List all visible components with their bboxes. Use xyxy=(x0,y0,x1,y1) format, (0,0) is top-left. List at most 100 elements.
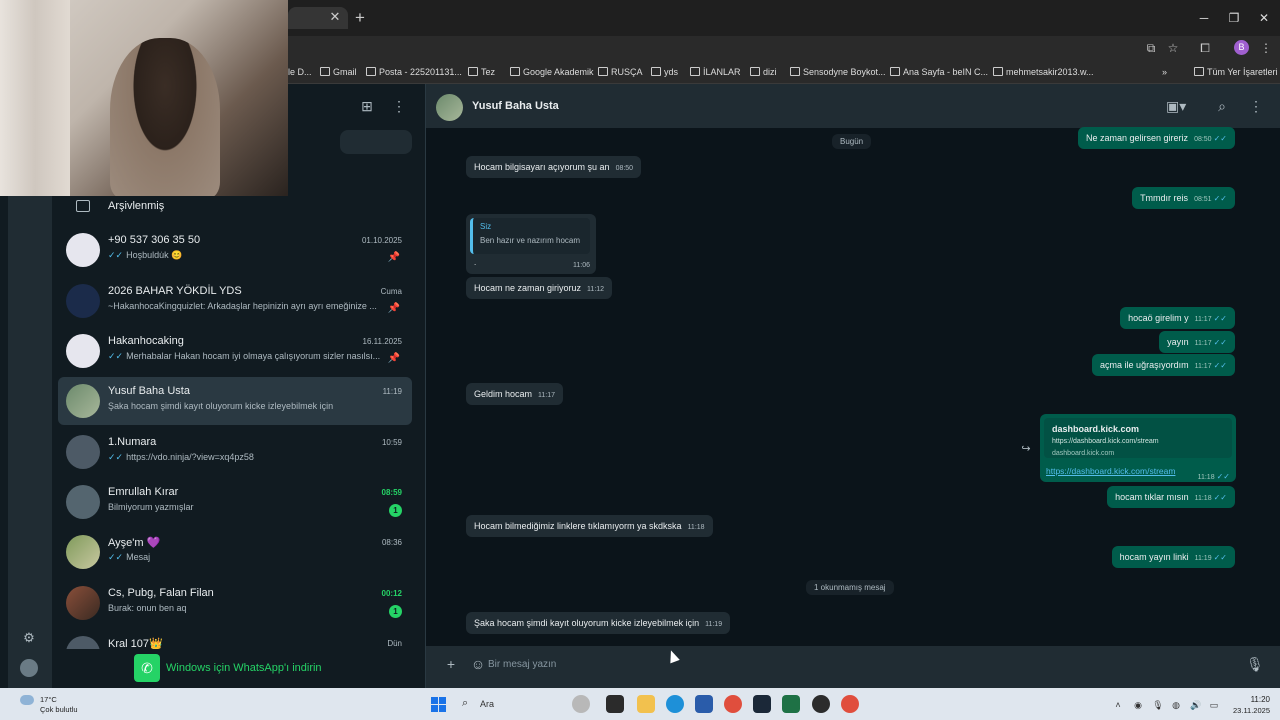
bookmark-item[interactable]: RUSÇA xyxy=(598,66,643,78)
menu-icon[interactable]: ⋮ xyxy=(1248,98,1264,114)
bookmarks-overflow[interactable]: » xyxy=(1162,66,1167,78)
link-time: 11:18 ✓✓ xyxy=(1197,472,1230,481)
steam-icon[interactable] xyxy=(753,695,771,713)
chat-item[interactable]: +90 537 306 35 50 ✓✓ Hoşbuldu̇k 😊 01.10.2… xyxy=(58,226,412,274)
excel-icon[interactable] xyxy=(782,695,800,713)
bookmark-item[interactable]: le D... xyxy=(288,66,312,78)
search-icon[interactable]: ⌕ xyxy=(1214,98,1230,114)
double-check-icon: ✓✓ xyxy=(108,351,124,361)
chat-item[interactable]: 1.Numara ✓✓ https://vdo.ninja/?view=xq4pz… xyxy=(58,428,412,476)
message-outgoing[interactable]: Tmmdır reis 08:51 ✓✓ xyxy=(1132,187,1235,209)
app-icon[interactable] xyxy=(812,695,830,713)
video-call-icon[interactable]: ▣▾ xyxy=(1166,98,1186,114)
quoted-message[interactable]: Siz Ben hazır ve nazırım hocam . 11:06 xyxy=(466,214,596,274)
settings-icon[interactable]: ⚙ xyxy=(20,629,38,647)
read-check-icon: ✓✓ xyxy=(1216,472,1230,481)
message-incoming[interactable]: Şaka hocam şimdi kayıt oluyorum kicke iz… xyxy=(466,612,731,634)
message-outgoing[interactable]: hocam yayın linki 11:19 ✓✓ xyxy=(1111,546,1235,568)
menu-icon[interactable]: ⋮ xyxy=(391,98,407,114)
whatsapp-icon: ✆ xyxy=(134,654,160,682)
chrome-icon[interactable] xyxy=(841,695,859,713)
chat-item[interactable]: Kral 107👑 Dün xyxy=(58,629,412,649)
search-highlight-icon[interactable] xyxy=(572,695,590,713)
message-incoming[interactable]: Hocam bilmediğimiz linklere tıklamıyorm … xyxy=(466,515,713,537)
new-chat-icon[interactable]: ⊞ xyxy=(359,98,375,114)
chat-item[interactable]: Emrullah Kırar Bilmiyorum yazmışlar 08:5… xyxy=(58,478,412,526)
battery-icon[interactable]: ▭ xyxy=(1208,699,1220,711)
install-app-icon[interactable]: ⧉ xyxy=(1144,41,1158,55)
chat-name: Hakanhocaking xyxy=(108,335,184,347)
chrome-icon[interactable] xyxy=(724,695,742,713)
contact-name[interactable]: Yusuf Baha Usta xyxy=(472,100,559,112)
search-icon[interactable]: ⌕ xyxy=(462,697,468,710)
search-input[interactable] xyxy=(340,130,412,154)
message-outgoing[interactable]: yayın 11:17 ✓✓ xyxy=(1159,331,1235,353)
mail-icon xyxy=(366,67,376,76)
bookmark-item[interactable]: Posta - 225201131... xyxy=(366,66,462,78)
bookmark-item[interactable]: dizi xyxy=(750,66,777,78)
chat-item[interactable]: Ayşe'm 💜 ✓✓ Mesaj 08:36 xyxy=(58,528,412,576)
cloud-icon[interactable] xyxy=(20,695,34,705)
chat-item[interactable]: Hakanhocaking ✓✓ Merhabalar Hakan hocam i… xyxy=(58,327,412,375)
contact-avatar[interactable] xyxy=(436,94,463,121)
archived-chats[interactable]: Arşivlenmiş xyxy=(60,196,410,218)
weather-temp[interactable]: 17°C xyxy=(40,695,57,704)
microphone-icon[interactable]: 🎙 xyxy=(1246,656,1264,672)
new-tab-icon[interactable]: + xyxy=(352,9,368,27)
chat-name: Kral 107👑 xyxy=(108,638,163,649)
sticker-icon[interactable]: ☺ xyxy=(470,656,486,672)
pin-icon: 📌 xyxy=(387,353,400,364)
restore-icon[interactable]: ❐ xyxy=(1224,9,1244,27)
attach-plus-icon[interactable]: + xyxy=(443,656,459,672)
edge-icon[interactable] xyxy=(666,695,684,713)
message-outgoing[interactable]: hocam tıklar mısın 11:18 ✓✓ xyxy=(1107,486,1235,508)
bookmark-item[interactable]: Sensodyne Boykot... xyxy=(790,66,886,78)
bookmark-item[interactable]: Gmail xyxy=(320,66,357,78)
message-outgoing[interactable]: hocaö girelim y 11:17 ✓✓ xyxy=(1120,307,1235,329)
bookmark-item[interactable]: Tez xyxy=(468,66,495,78)
chat-name: +90 537 306 35 50 xyxy=(108,234,201,246)
store-icon[interactable] xyxy=(695,695,713,713)
clock-date[interactable]: 23.11.2025 xyxy=(1228,706,1270,715)
bookmark-item[interactable]: mehmetsakir2013.w... xyxy=(993,66,1094,78)
tray-app-icon[interactable]: ◉ xyxy=(1132,699,1144,711)
clock-time[interactable]: 11:20 xyxy=(1240,695,1270,704)
message-link[interactable]: https://dashboard.kick.com/stream xyxy=(1046,466,1175,476)
download-whatsapp-link[interactable]: ✆ Windows için WhatsApp'ı indirin xyxy=(134,654,354,682)
minimize-icon[interactable]: ─ xyxy=(1194,9,1214,27)
message-outgoing[interactable]: açma ile uğraşıyordım 11:17 ✓✓ xyxy=(1092,354,1235,376)
bookmark-item[interactable]: İLANLAR xyxy=(690,66,741,78)
profile-avatar[interactable] xyxy=(20,659,38,677)
bookmark-item[interactable]: Ana Sayfa - beIN C... xyxy=(890,66,988,78)
tray-mic-icon[interactable]: 🎙 xyxy=(1152,699,1164,711)
bookmark-item[interactable]: yds xyxy=(651,66,678,78)
forward-icon[interactable]: ↪ xyxy=(1018,442,1034,456)
windows-start-icon[interactable] xyxy=(431,697,446,712)
message-incoming[interactable]: Hocam bilgisayarı açıyorum şu an 08:50 xyxy=(466,156,642,178)
chat-item[interactable]: Cs, Pubg, Falan Filan Burak: onun ben aq… xyxy=(58,579,412,627)
task-view-icon[interactable] xyxy=(606,695,624,713)
volume-icon[interactable]: 🔊 xyxy=(1190,699,1202,711)
window-close-icon[interactable]: ✕ xyxy=(1254,9,1274,27)
bookmark-star-icon[interactable]: ☆ xyxy=(1166,41,1180,55)
chat-item-active[interactable]: Yusuf Baha Usta Şaka hocam şimdi kayıt o… xyxy=(58,377,412,425)
tray-chevron-icon[interactable]: ˄ xyxy=(1112,699,1124,711)
link-preview-message[interactable]: dashboard.kick.com https://dashboard.kic… xyxy=(1040,414,1236,482)
weather-desc[interactable]: Çok bulutlu xyxy=(40,705,78,714)
message-incoming[interactable]: Geldim hocam 11:17 xyxy=(466,383,564,405)
profile-avatar[interactable]: B xyxy=(1234,40,1249,55)
bookmark-item[interactable]: Google Akademik xyxy=(510,66,594,78)
message-incoming[interactable]: Hocam ne zaman giriyoruz 11:12 xyxy=(466,277,613,299)
link-preview[interactable]: dashboard.kick.com https://dashboard.kic… xyxy=(1044,418,1232,458)
read-check-icon: ✓✓ xyxy=(1213,553,1227,562)
chat-item[interactable]: 2026 BAHAR YÖKDİL YDS ~HakanhocaKingquiz… xyxy=(58,277,412,325)
browser-menu-icon[interactable]: ⋮ xyxy=(1259,41,1273,55)
extensions-icon[interactable]: ⧠ xyxy=(1198,41,1212,55)
file-explorer-icon[interactable] xyxy=(637,695,655,713)
taskbar-search[interactable]: Ara xyxy=(480,699,494,709)
message-outgoing[interactable]: Ne zaman gelirsen gireriz 08:50 ✓✓ xyxy=(1078,127,1235,149)
close-tab-icon[interactable]: ✕ xyxy=(328,10,342,24)
tray-security-icon[interactable]: ◍ xyxy=(1170,699,1182,711)
message-input[interactable] xyxy=(488,654,1228,674)
all-bookmarks[interactable]: Tüm Yer İşaretleri xyxy=(1194,66,1278,78)
